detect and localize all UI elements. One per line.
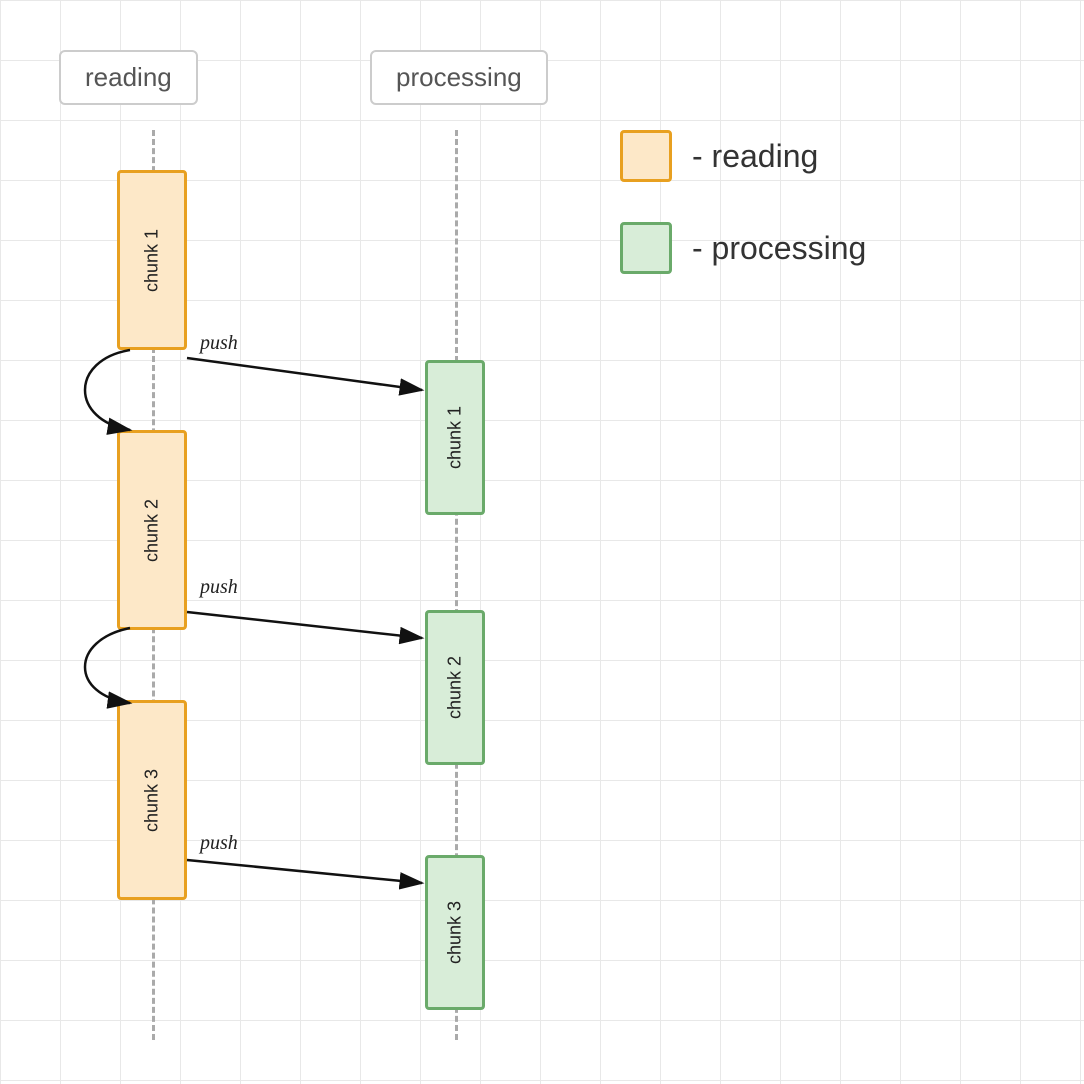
chunk-reading-2: chunk 2 [117, 430, 187, 630]
push-label-1: push [200, 332, 238, 355]
chunk-processing-3: chunk 3 [425, 855, 485, 1010]
push-arrow-2 [187, 612, 422, 638]
diagram-container: reading processing chunk 1 chunk 2 chunk… [0, 0, 1084, 1084]
legend-box-reading [620, 130, 672, 182]
legend-label-processing: - processing [692, 230, 866, 267]
legend-label-reading: - reading [692, 138, 818, 175]
push-label-2: push [200, 576, 238, 599]
legend-item-processing: - processing [620, 222, 866, 274]
legend: - reading - processing [620, 130, 866, 314]
chunk-processing-2: chunk 2 [425, 610, 485, 765]
legend-item-reading: - reading [620, 130, 866, 182]
legend-box-processing [620, 222, 672, 274]
push-arrow-3 [187, 860, 422, 883]
chunk-processing-1: chunk 1 [425, 360, 485, 515]
chunk-reading-3: chunk 3 [117, 700, 187, 900]
lane-header-reading: reading [59, 50, 198, 105]
loop-arrow-2 [85, 628, 130, 703]
push-arrow-1 [187, 358, 422, 390]
loop-arrow-1 [85, 350, 130, 430]
lane-header-processing: processing [370, 50, 548, 105]
push-label-3: push [200, 832, 238, 855]
chunk-reading-1: chunk 1 [117, 170, 187, 350]
